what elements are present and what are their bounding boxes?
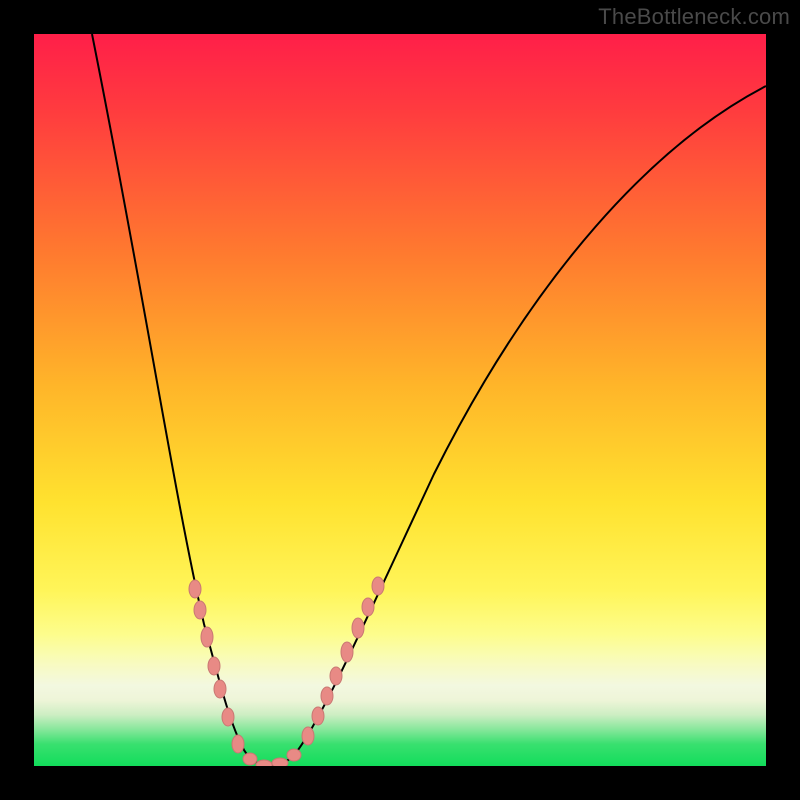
curve-marker [302, 727, 314, 745]
curve-marker [256, 760, 272, 766]
plot-area [34, 34, 766, 766]
curve-marker [222, 708, 234, 726]
curve-marker [214, 680, 226, 698]
curve-marker [352, 618, 364, 638]
curve-markers [189, 577, 384, 766]
curve-marker [243, 753, 257, 765]
curve-marker [341, 642, 353, 662]
curve-marker [330, 667, 342, 685]
curve-marker [372, 577, 384, 595]
curve-svg [34, 34, 766, 766]
curve-marker [287, 749, 301, 761]
curve-marker [208, 657, 220, 675]
curve-marker [189, 580, 201, 598]
curve-marker [272, 758, 288, 766]
bottleneck-curve-line [92, 34, 766, 766]
curve-marker [312, 707, 324, 725]
curve-marker [232, 735, 244, 753]
chart-frame: TheBottleneck.com [0, 0, 800, 800]
curve-marker [362, 598, 374, 616]
curve-marker [194, 601, 206, 619]
curve-marker [201, 627, 213, 647]
watermark-text: TheBottleneck.com [598, 4, 790, 30]
curve-marker [321, 687, 333, 705]
